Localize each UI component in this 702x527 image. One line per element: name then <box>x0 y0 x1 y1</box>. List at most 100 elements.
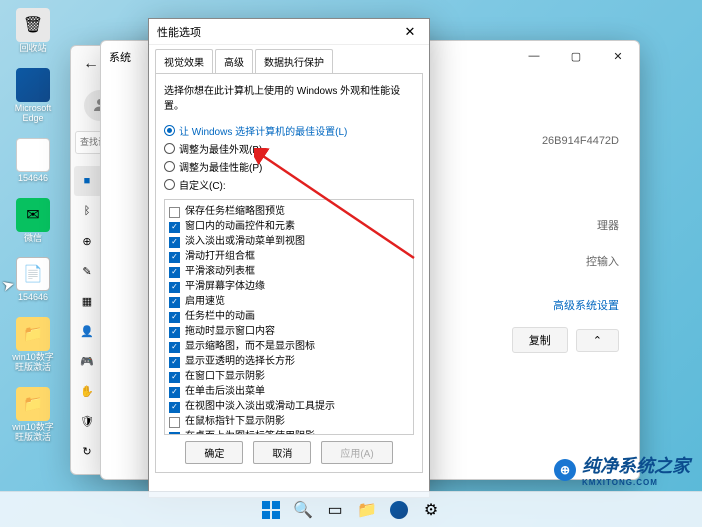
explorer-icon[interactable]: 📁 <box>354 497 380 523</box>
check-option-7[interactable]: ✓ 任务栏中的动画 <box>169 310 409 324</box>
taskbar: 🔍 ▭ 📁 ⚙ <box>0 491 702 527</box>
apply-button[interactable]: 应用(A) <box>321 441 392 464</box>
edge-taskbar-icon[interactable] <box>386 497 412 523</box>
desktop-icon-txt[interactable]: 📄 154646 <box>8 257 58 303</box>
check-label: 任务栏中的动画 <box>185 310 255 324</box>
desktop-icon-recycle-bin[interactable]: 🗑回收站 <box>8 8 58 54</box>
check-label: 淡入淡出或滑动菜单到视图 <box>185 235 305 249</box>
perf-buttons: 确定 取消 应用(A) <box>164 435 414 464</box>
effects-checklist[interactable]: 保存任务栏缩略图预览✓窗口内的动画控件和元素✓淡入淡出或滑动菜单到视图✓滑动打开… <box>164 199 414 435</box>
check-option-2[interactable]: ✓ 淡入淡出或滑动菜单到视图 <box>169 235 409 249</box>
tab-advanced[interactable]: 高级 <box>215 49 253 73</box>
back-button[interactable]: ← <box>83 55 99 73</box>
check-label: 拖动时显示窗口内容 <box>185 325 275 339</box>
personalize-icon: ✎ <box>80 264 94 278</box>
desktop-icon-label: 154646 <box>18 174 48 184</box>
desktop-icon-label: Microsoft Edge <box>8 104 58 124</box>
accessibility-icon: ✋ <box>80 384 94 398</box>
recycle-bin-icon: 🗑 <box>16 8 50 42</box>
radio-icon <box>164 179 175 190</box>
search-icon[interactable]: 🔍 <box>290 497 316 523</box>
text-file-icon: 📄 <box>16 257 50 291</box>
radio-option-3[interactable]: 自定义(C): <box>164 177 414 192</box>
settings-taskbar-icon[interactable]: ⚙ <box>418 497 444 523</box>
check-label: 启用速览 <box>185 295 225 309</box>
check-option-9[interactable]: ✓显示缩略图，而不是显示图标 <box>169 340 409 354</box>
check-option-5[interactable]: ✓ 平滑屏幕字体边缘 <box>169 280 409 294</box>
watermark: ⊕ 纯净系统之家 KMXITONG.COM <box>554 452 690 487</box>
check-option-14[interactable]: 在鼠标指针下显示阴影 <box>169 415 409 429</box>
watermark-subtext: KMXITONG.COM <box>582 478 690 487</box>
check-label: 平滑屏幕字体边缘 <box>185 280 265 294</box>
close-button[interactable]: ✕ <box>597 41 639 71</box>
desktop-icon-label: 微信 <box>24 234 42 244</box>
radio-label: 让 Windows 选择计算机的最佳设置(L) <box>179 123 347 138</box>
check-option-10[interactable]: ✓显示亚透明的选择长方形 <box>169 355 409 369</box>
window-controls: — ▢ ✕ <box>513 41 639 71</box>
start-button[interactable] <box>258 497 284 523</box>
desktop-icon-folder1[interactable]: 📁win10数字旺版激活 <box>8 317 58 373</box>
advanced-settings-link[interactable]: 高级系统设置 <box>553 297 619 313</box>
copy-button[interactable]: 复制 <box>512 327 568 353</box>
checkbox-icon <box>169 207 180 218</box>
desktop-icon-wechat[interactable]: ✉ 微信 <box>8 198 58 244</box>
radio-label: 调整为最佳外观(B) <box>179 141 262 156</box>
file-icon <box>16 138 50 172</box>
ok-button[interactable]: 确定 <box>185 441 243 464</box>
checkbox-icon <box>169 417 180 428</box>
desktop-icon-label: 154646 <box>18 293 48 303</box>
minimize-button[interactable]: — <box>513 41 555 71</box>
radio-option-1[interactable]: 调整为最佳外观(B) <box>164 141 414 156</box>
tab-visual-effects[interactable]: 视觉效果 <box>155 49 213 73</box>
check-option-6[interactable]: ✓ 启用速览 <box>169 295 409 309</box>
desktop-icon-edge[interactable]: Microsoft Edge <box>8 68 58 124</box>
check-option-12[interactable]: ✓在单击后淡出菜单 <box>169 385 409 399</box>
check-label: 显示缩略图，而不是显示图标 <box>185 340 315 354</box>
checkbox-icon: ✓ <box>169 237 180 248</box>
desktop-icons: 🗑回收站 Microsoft Edge 154646 ✉ 微信 📄 154646 📁… <box>8 8 58 443</box>
checkbox-icon: ✓ <box>169 252 180 263</box>
close-button[interactable]: ✕ <box>399 21 421 43</box>
radio-option-2[interactable]: 调整为最佳性能(P) <box>164 159 414 174</box>
check-option-4[interactable]: ✓ 平滑滚动列表框 <box>169 265 409 279</box>
check-label: 平滑滚动列表框 <box>185 265 255 279</box>
apps-icon: ▦ <box>80 294 94 308</box>
check-option-13[interactable]: ✓在视图中淡入淡出或滑动工具提示 <box>169 400 409 414</box>
maximize-button[interactable]: ▢ <box>555 41 597 71</box>
radio-icon <box>164 125 175 136</box>
radio-label: 调整为最佳性能(P) <box>179 159 262 174</box>
expand-button[interactable]: ⌃ <box>576 329 619 352</box>
check-option-11[interactable]: ✓在窗口下显示阴影 <box>169 370 409 384</box>
check-option-8[interactable]: ✓拖动时显示窗口内容 <box>169 325 409 339</box>
folder-icon: 📁 <box>16 387 50 421</box>
network-icon: ⊕ <box>80 234 94 248</box>
check-label: 在窗口下显示阴影 <box>185 370 265 384</box>
radio-option-0[interactable]: 让 Windows 选择计算机的最佳设置(L) <box>164 123 414 138</box>
checkbox-icon: ✓ <box>169 282 180 293</box>
check-label: 在鼠标指针下显示阴影 <box>185 415 285 429</box>
desktop-icon-folder2[interactable]: 📁win10数字旺版激活 <box>8 387 58 443</box>
checkbox-icon: ✓ <box>169 222 180 233</box>
cancel-button[interactable]: 取消 <box>253 441 311 464</box>
accounts-icon: 👤 <box>80 324 94 338</box>
checkbox-icon: ✓ <box>169 297 180 308</box>
check-option-0[interactable]: 保存任务栏缩略图预览 <box>169 205 409 219</box>
radio-icon <box>164 143 175 154</box>
desktop-icon-label: win10数字旺版激活 <box>8 423 58 443</box>
system-icon: ■ <box>80 174 94 188</box>
taskview-icon[interactable]: ▭ <box>322 497 348 523</box>
performance-options-dialog: 性能选项 ✕ 视觉效果 高级 数据执行保护 选择你想在此计算机上使用的 Wind… <box>148 18 430 498</box>
checkbox-icon: ✓ <box>169 387 180 398</box>
checkbox-icon: ✓ <box>169 312 180 323</box>
perf-content: 选择你想在此计算机上使用的 Windows 外观和性能设置。 让 Windows… <box>155 73 423 473</box>
check-option-3[interactable]: ✓滑动打开组合框 <box>169 250 409 264</box>
watermark-logo-icon: ⊕ <box>554 459 576 481</box>
check-label: 保存任务栏缩略图预览 <box>185 205 285 219</box>
check-option-1[interactable]: ✓窗口内的动画控件和元素 <box>169 220 409 234</box>
tab-dep[interactable]: 数据执行保护 <box>255 49 333 73</box>
perf-tabs: 视觉效果 高级 数据执行保护 <box>149 45 429 73</box>
adv-heading: 系统 <box>109 49 131 65</box>
desktop-icon-file[interactable]: 154646 <box>8 138 58 184</box>
checkbox-icon: ✓ <box>169 267 180 278</box>
wechat-icon: ✉ <box>16 198 50 232</box>
